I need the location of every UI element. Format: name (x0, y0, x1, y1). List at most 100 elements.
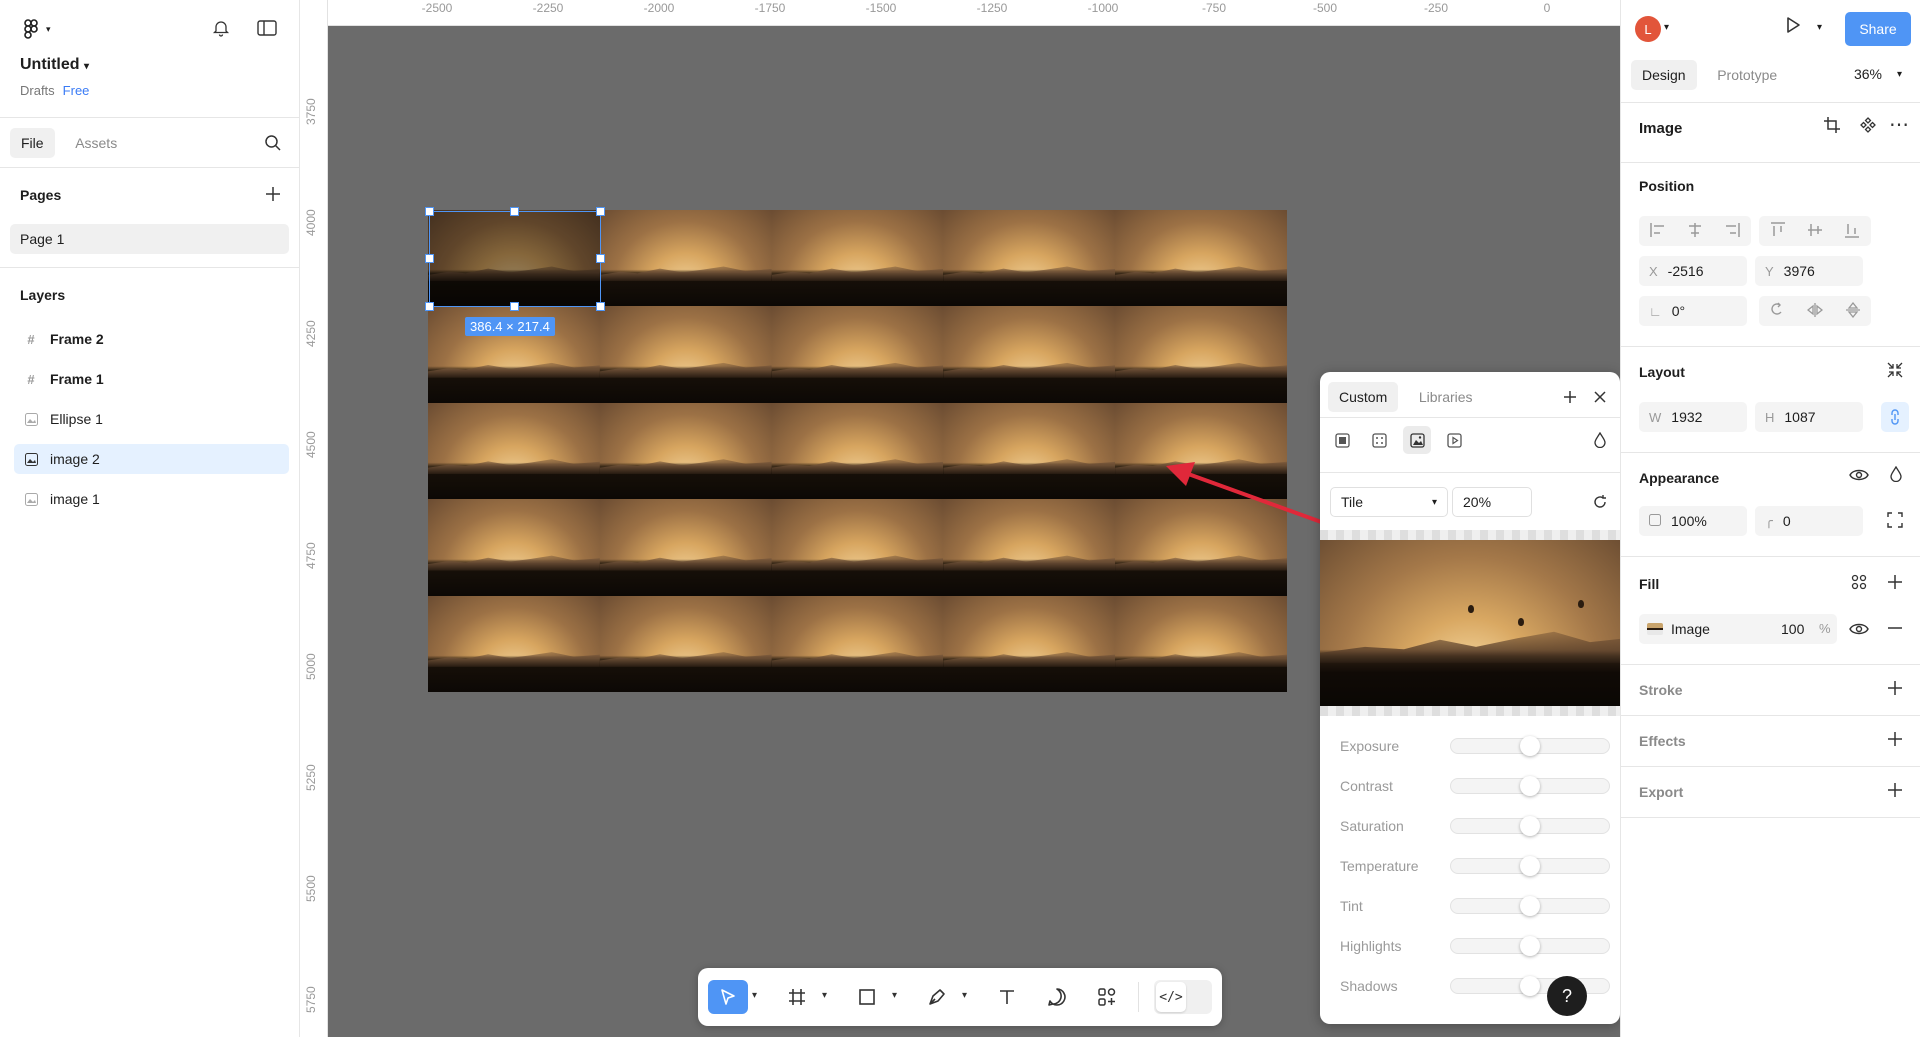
tile-scale-input[interactable]: 20% (1452, 487, 1532, 517)
collapse-icon[interactable] (1887, 362, 1903, 383)
width-field[interactable]: W 1932 (1639, 402, 1747, 432)
main-menu-chevron-icon[interactable]: ▾ (46, 24, 51, 35)
frame-tool-icon[interactable] (782, 980, 812, 1014)
add-effect-icon[interactable] (1887, 731, 1903, 752)
opacity-field[interactable]: 100% (1639, 506, 1747, 536)
layer-frame-2[interactable]: # Frame 2 (14, 324, 289, 354)
add-page-icon[interactable] (259, 180, 287, 208)
layer-ellipse-1[interactable]: Ellipse 1 (14, 404, 289, 434)
corner-radius-field[interactable]: ╭ 0 (1755, 506, 1863, 536)
slider-track[interactable] (1450, 896, 1610, 916)
comment-tool-icon[interactable] (1042, 980, 1072, 1014)
notifications-bell-icon[interactable] (207, 14, 235, 42)
page-item-page-1[interactable]: Page 1 (10, 224, 289, 254)
slider-track[interactable] (1450, 776, 1610, 796)
add-fill-icon[interactable] (1887, 574, 1903, 595)
layer-image-1[interactable]: image 1 (14, 484, 289, 514)
align-bottom-icon[interactable] (1845, 222, 1860, 241)
highlights-slider[interactable]: Highlights (1340, 936, 1610, 956)
fill-opacity-value[interactable]: 100 (1781, 621, 1804, 637)
slider-knob[interactable] (1520, 816, 1540, 836)
align-center-horizontal-icon[interactable] (1687, 222, 1703, 240)
blend-mode-drop-icon[interactable] (1889, 465, 1903, 487)
rotation-field[interactable]: ∟ 0° (1639, 296, 1747, 326)
slider-track[interactable] (1450, 856, 1610, 876)
add-style-icon[interactable] (1556, 383, 1584, 411)
tab-custom[interactable]: Custom (1328, 382, 1399, 412)
close-icon[interactable] (1586, 383, 1614, 411)
crop-icon[interactable] (1823, 116, 1841, 139)
image-fill-icon[interactable] (1403, 426, 1432, 454)
saturation-slider[interactable]: Saturation (1340, 816, 1610, 836)
chevron-down-icon[interactable]: ▾ (892, 990, 897, 1001)
add-export-icon[interactable] (1887, 782, 1903, 803)
slider-track[interactable] (1450, 736, 1610, 756)
more-options-icon[interactable]: ⋯ (1889, 112, 1910, 137)
tab-libraries[interactable]: Libraries (1408, 382, 1484, 412)
fill-row-image[interactable]: Image 100 % (1639, 614, 1837, 644)
file-title[interactable]: Untitled ▾ (20, 56, 89, 74)
tab-file[interactable]: File (10, 128, 55, 158)
chevron-down-icon[interactable]: ▾ (752, 990, 757, 1001)
chevron-down-icon[interactable]: ▾ (1664, 22, 1669, 33)
slider-knob[interactable] (1520, 936, 1540, 956)
layer-frame-1[interactable]: # Frame 1 (14, 364, 289, 394)
image-preview[interactable] (1320, 530, 1620, 716)
height-field[interactable]: H 1087 (1755, 402, 1863, 432)
rectangle-tool-icon[interactable] (852, 980, 882, 1014)
chevron-down-icon[interactable]: ▾ (822, 990, 827, 1001)
move-tool-icon[interactable] (708, 980, 748, 1014)
pen-tool-icon[interactable] (922, 980, 952, 1014)
blend-mode-drop-icon[interactable] (1586, 426, 1614, 454)
slider-knob[interactable] (1520, 776, 1540, 796)
remove-fill-icon[interactable] (1887, 620, 1903, 641)
slider-knob[interactable] (1520, 976, 1540, 996)
chevron-down-icon[interactable]: ▾ (1897, 69, 1902, 80)
align-left-icon[interactable] (1649, 222, 1666, 240)
actions-tool-icon[interactable] (1092, 980, 1122, 1014)
help-button[interactable]: ? (1547, 976, 1587, 1016)
fill-swatch[interactable] (1647, 623, 1663, 635)
eye-icon[interactable] (1849, 622, 1869, 641)
layer-image-2[interactable]: image 2 (14, 444, 289, 474)
slider-knob[interactable] (1520, 736, 1540, 756)
flip-horizontal-icon[interactable] (1806, 302, 1824, 320)
avatar[interactable]: L (1635, 16, 1661, 42)
toggle-panel-icon[interactable] (253, 14, 281, 42)
dev-mode-toggle[interactable]: </> (1154, 980, 1212, 1014)
slider-knob[interactable] (1520, 856, 1540, 876)
add-stroke-icon[interactable] (1887, 680, 1903, 701)
text-tool-icon[interactable] (992, 980, 1022, 1014)
eye-icon[interactable] (1849, 468, 1869, 487)
image-mode-select[interactable]: Tile ▾ (1330, 487, 1448, 517)
independent-corners-icon[interactable] (1887, 512, 1903, 533)
video-fill-icon[interactable] (1441, 426, 1469, 454)
zoom-level[interactable]: 36% (1854, 66, 1882, 82)
chevron-down-icon[interactable]: ▾ (1817, 22, 1822, 33)
plan-badge[interactable]: Free (63, 83, 90, 98)
x-position-field[interactable]: X -2516 (1639, 256, 1747, 286)
slider-track[interactable] (1450, 936, 1610, 956)
file-location-label[interactable]: Drafts (20, 83, 55, 98)
solid-fill-icon[interactable] (1328, 426, 1356, 454)
file-title-chevron-icon[interactable]: ▾ (84, 61, 89, 72)
contrast-slider[interactable]: Contrast (1340, 776, 1610, 796)
slider-track[interactable] (1450, 816, 1610, 836)
share-button[interactable]: Share (1845, 12, 1911, 46)
present-icon[interactable] (1783, 15, 1803, 40)
main-menu-icon[interactable] (20, 18, 42, 45)
search-icon[interactable] (259, 129, 287, 157)
canvas[interactable]: -2500 -2250 -2000 -1750 -1500 -1250 -100… (300, 0, 1620, 1037)
tab-assets[interactable]: Assets (64, 128, 128, 158)
rotate-image-icon[interactable] (1586, 488, 1614, 516)
align-top-icon[interactable] (1770, 221, 1785, 241)
tiled-image-fill[interactable] (428, 210, 1287, 692)
pattern-fill-icon[interactable] (1366, 426, 1394, 454)
exposure-slider[interactable]: Exposure (1340, 736, 1610, 756)
temperature-slider[interactable]: Temperature (1340, 856, 1610, 876)
chevron-down-icon[interactable]: ▾ (962, 990, 967, 1001)
flip-vertical-icon[interactable] (1845, 301, 1860, 321)
constrain-proportions-icon[interactable] (1881, 402, 1909, 432)
tint-slider[interactable]: Tint (1340, 896, 1610, 916)
style-library-icon[interactable] (1851, 574, 1867, 595)
